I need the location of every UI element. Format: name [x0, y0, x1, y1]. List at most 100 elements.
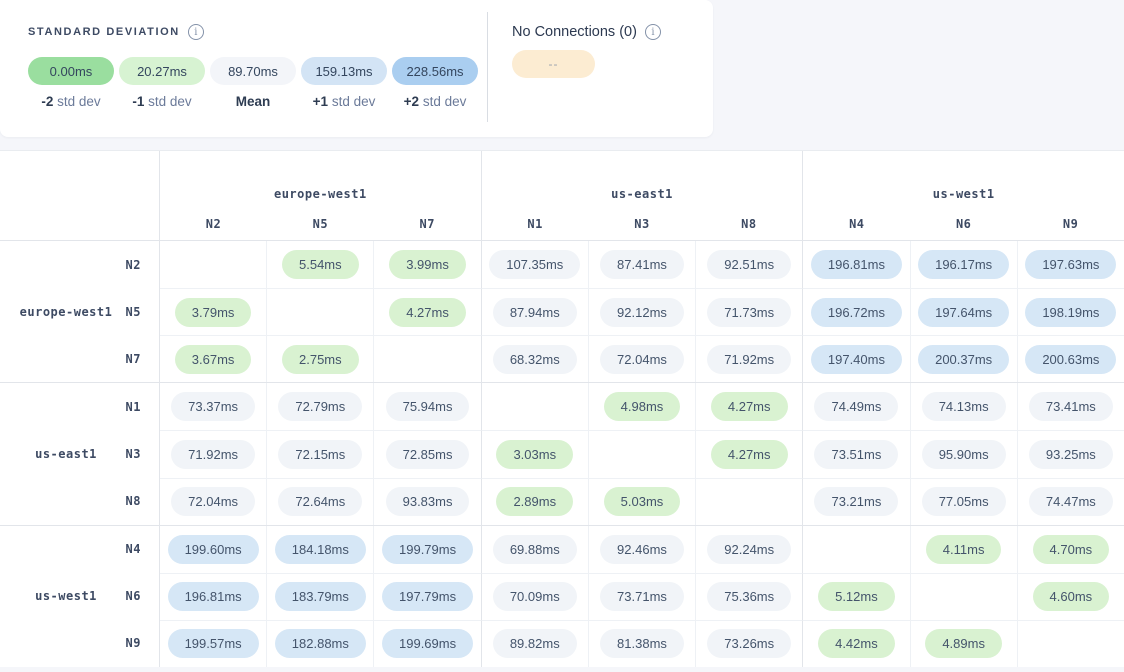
latency-pill[interactable]: 92.12ms — [600, 298, 684, 327]
latency-pill[interactable]: 77.05ms — [922, 487, 1006, 516]
legend-pill: 20.27ms — [119, 57, 205, 85]
latency-pill[interactable]: 200.63ms — [1025, 345, 1116, 374]
info-icon[interactable]: i — [188, 24, 204, 40]
latency-pill[interactable]: 4.27ms — [711, 440, 788, 469]
latency-pill[interactable]: 68.32ms — [493, 345, 577, 374]
latency-pill[interactable]: 89.82ms — [493, 629, 577, 658]
latency-cell: 5.12ms — [803, 573, 910, 620]
latency-pill[interactable]: 69.88ms — [493, 535, 577, 564]
node-row-label: N3 — [126, 447, 141, 461]
latency-pill[interactable]: 72.15ms — [278, 440, 362, 469]
latency-pill[interactable]: 74.49ms — [814, 392, 898, 421]
latency-pill[interactable]: 72.85ms — [386, 440, 470, 469]
latency-cell: 92.24ms — [696, 526, 803, 573]
legend-scale-pills: 0.00ms20.27ms89.70ms159.13ms228.56ms — [28, 57, 487, 85]
latency-cell: 87.41ms — [589, 241, 696, 288]
latency-pill[interactable]: 4.70ms — [1033, 535, 1110, 564]
latency-pill[interactable]: 4.11ms — [926, 535, 1002, 564]
latency-cell: 182.88ms — [267, 620, 374, 667]
latency-cell: 199.60ms — [160, 526, 267, 573]
latency-pill[interactable]: 197.40ms — [811, 345, 902, 374]
latency-pill[interactable]: 4.98ms — [604, 392, 681, 421]
latency-pill[interactable]: 73.37ms — [171, 392, 255, 421]
latency-pill[interactable]: 93.25ms — [1029, 440, 1113, 469]
node-row-label: N1 — [126, 400, 141, 414]
latency-pill[interactable]: 93.83ms — [386, 487, 470, 516]
latency-pill[interactable]: 4.27ms — [711, 392, 788, 421]
latency-pill[interactable]: 197.63ms — [1025, 250, 1116, 279]
latency-pill[interactable]: 73.41ms — [1029, 392, 1113, 421]
node-column-label: N9 — [1017, 216, 1124, 232]
latency-pill[interactable]: 72.04ms — [171, 487, 255, 516]
latency-pill[interactable]: 198.19ms — [1025, 298, 1116, 327]
latency-pill[interactable]: 71.92ms — [171, 440, 255, 469]
node-column-label: N2 — [160, 216, 267, 232]
latency-pill[interactable]: 92.46ms — [600, 535, 684, 564]
latency-pill[interactable]: 73.71ms — [600, 582, 684, 611]
latency-pill[interactable]: 70.09ms — [493, 582, 577, 611]
latency-pill[interactable]: 197.64ms — [918, 298, 1009, 327]
latency-pill[interactable]: 184.18ms — [275, 535, 366, 564]
latency-pill[interactable]: 4.42ms — [818, 629, 895, 658]
latency-cell: 71.92ms — [696, 335, 803, 382]
latency-pill[interactable]: 3.03ms — [496, 440, 573, 469]
latency-pill[interactable]: 72.04ms — [600, 345, 684, 374]
region-column-label: us-west1 — [803, 186, 1124, 202]
latency-pill[interactable]: 95.90ms — [922, 440, 1006, 469]
latency-pill[interactable]: 4.89ms — [925, 629, 1002, 658]
latency-pill[interactable]: 4.60ms — [1033, 582, 1110, 611]
latency-pill[interactable]: 74.47ms — [1029, 487, 1113, 516]
latency-pill[interactable]: 182.88ms — [275, 629, 366, 658]
row-label-cell: N3 — [0, 430, 160, 477]
latency-pill[interactable]: 199.79ms — [382, 535, 473, 564]
latency-cell: 183.79ms — [267, 573, 374, 620]
latency-pill[interactable]: 2.75ms — [282, 345, 359, 374]
latency-pill[interactable]: 72.64ms — [278, 487, 362, 516]
node-row-label: N8 — [126, 494, 141, 508]
latency-pill[interactable]: 196.17ms — [918, 250, 1009, 279]
latency-pill[interactable]: 3.99ms — [389, 250, 466, 279]
latency-pill[interactable]: 92.24ms — [707, 535, 791, 564]
latency-pill[interactable]: 5.54ms — [282, 250, 359, 279]
latency-pill[interactable]: 74.13ms — [922, 392, 1006, 421]
latency-pill[interactable]: 3.67ms — [175, 345, 252, 374]
latency-pill[interactable]: 5.12ms — [818, 582, 895, 611]
latency-pill[interactable]: 3.79ms — [175, 298, 252, 327]
latency-pill[interactable]: 199.57ms — [168, 629, 259, 658]
node-column-labels: N2N5N7 — [160, 216, 481, 232]
row-label-cell: N1 — [0, 383, 160, 430]
latency-pill[interactable]: 107.35ms — [489, 250, 580, 279]
latency-cell: 72.04ms — [589, 335, 696, 382]
node-column-label: N6 — [910, 216, 1017, 232]
latency-cell-empty — [482, 383, 589, 430]
row-group-us-east1: us-east1N173.37ms72.79ms75.94ms4.98ms4.2… — [0, 382, 1124, 524]
latency-pill[interactable]: 73.51ms — [814, 440, 898, 469]
latency-pill[interactable]: 197.79ms — [382, 582, 473, 611]
latency-pill[interactable]: 71.92ms — [707, 345, 791, 374]
latency-cell: 72.64ms — [267, 478, 374, 525]
matrix-row: N6196.81ms183.79ms197.79ms70.09ms73.71ms… — [0, 573, 1124, 620]
latency-pill[interactable]: 183.79ms — [275, 582, 366, 611]
latency-pill[interactable]: 196.81ms — [811, 250, 902, 279]
latency-pill[interactable]: 196.72ms — [811, 298, 902, 327]
latency-pill[interactable]: 75.36ms — [707, 582, 791, 611]
latency-pill[interactable]: 92.51ms — [707, 250, 791, 279]
latency-pill[interactable]: 199.60ms — [168, 535, 259, 564]
latency-pill[interactable]: 75.94ms — [386, 392, 470, 421]
latency-pill[interactable]: 4.27ms — [389, 298, 466, 327]
latency-pill[interactable]: 73.21ms — [814, 487, 898, 516]
latency-pill[interactable]: 5.03ms — [604, 487, 681, 516]
latency-pill[interactable]: 73.26ms — [707, 629, 791, 658]
latency-pill[interactable]: 2.89ms — [496, 487, 573, 516]
latency-pill[interactable]: 196.81ms — [168, 582, 259, 611]
info-icon[interactable]: i — [645, 24, 661, 40]
latency-cell-empty — [589, 430, 696, 477]
latency-pill[interactable]: 71.73ms — [707, 298, 791, 327]
latency-pill[interactable]: 87.94ms — [493, 298, 577, 327]
latency-pill[interactable]: 81.38ms — [600, 629, 684, 658]
latency-pill[interactable]: 87.41ms — [600, 250, 684, 279]
latency-pill[interactable]: 200.37ms — [918, 345, 1009, 374]
latency-pill[interactable]: 199.69ms — [382, 629, 473, 658]
no-connections-title: No Connections (0) — [512, 24, 637, 40]
latency-pill[interactable]: 72.79ms — [278, 392, 362, 421]
